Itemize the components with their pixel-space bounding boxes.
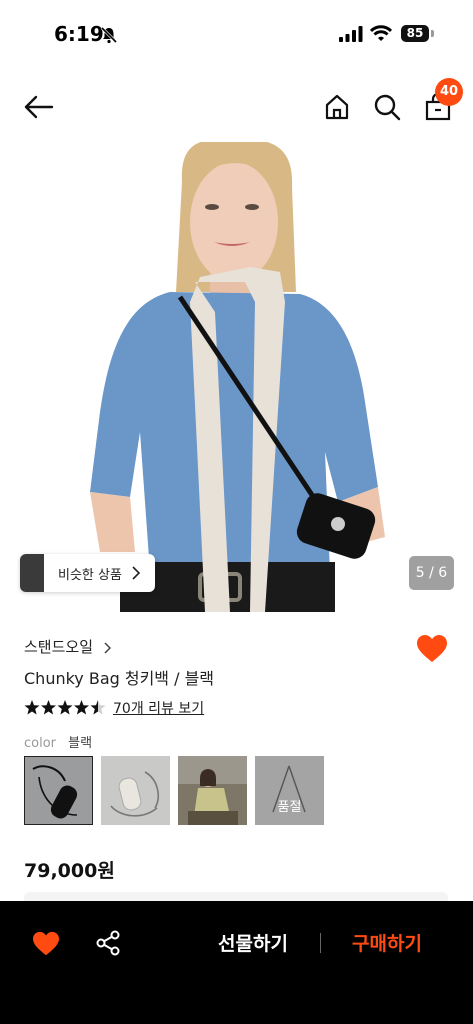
rating-stars (24, 700, 106, 715)
color-option-soldout[interactable]: 품절 (255, 756, 324, 825)
back-button[interactable] (22, 92, 56, 122)
black-bag-thumbnail (32, 765, 78, 819)
star-icon (41, 700, 56, 715)
battery-indicator: 85 (401, 25, 429, 42)
product-name: Chunky Bag 청키백 / 블랙 (24, 669, 215, 688)
search-button[interactable] (372, 92, 402, 122)
search-icon (374, 94, 401, 121)
color-label: color (24, 736, 57, 751)
top-nav (0, 80, 473, 136)
star-icon (90, 700, 106, 715)
battery-tip (431, 30, 434, 37)
price: 79,000원 (24, 860, 115, 882)
buy-button[interactable]: 구매하기 (344, 927, 430, 957)
bell-slash-icon (100, 26, 118, 44)
cart-count-badge: 40 (435, 78, 463, 106)
heart-icon[interactable] (32, 931, 60, 957)
review-link[interactable]: 70개 리뷰 보기 (113, 698, 204, 718)
gift-button[interactable]: 선물하기 (210, 927, 296, 957)
signal-icon (339, 26, 363, 42)
color-option-silver[interactable] (101, 756, 170, 825)
brand-name: 스탠드오일 (24, 638, 94, 656)
share-icon[interactable] (95, 930, 121, 956)
similar-products-button[interactable]: 비슷한 상품 (20, 554, 155, 592)
silver-bag-thumbnail (110, 771, 159, 817)
similar-thumbnail (20, 554, 44, 592)
similar-products-label: 비슷한 상품 (58, 568, 122, 583)
star-icon (24, 700, 40, 715)
chevron-right-icon (132, 566, 140, 580)
model-photo (0, 142, 473, 612)
home-icon (325, 94, 349, 120)
star-icon (74, 700, 89, 715)
model-thumbnail (178, 756, 247, 825)
divider (320, 933, 321, 953)
back-arrow-icon (24, 95, 54, 119)
image-counter: 5 / 6 (409, 556, 454, 590)
wifi-icon (370, 25, 392, 41)
brand-link[interactable]: 스탠드오일 (24, 636, 111, 657)
color-value: 블랙 (68, 736, 93, 751)
product-image[interactable] (0, 142, 473, 612)
status-bar: 6:19 85 (0, 0, 473, 70)
color-option-model-photo[interactable] (178, 756, 247, 825)
color-row: color 블랙 (24, 732, 92, 751)
heart-icon[interactable] (416, 634, 448, 664)
chevron-right-icon (104, 641, 111, 654)
home-button[interactable] (322, 92, 352, 122)
soldout-label: 품절 (277, 800, 302, 815)
status-time: 6:19 (54, 22, 104, 46)
star-icon (57, 700, 73, 715)
color-option-black[interactable] (24, 756, 93, 825)
bottom-action-bar: 선물하기 구매하기 (0, 901, 473, 1024)
